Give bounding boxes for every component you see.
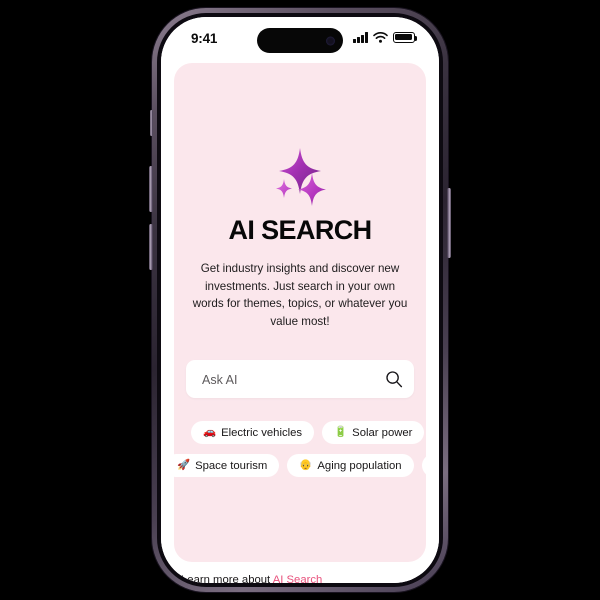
ai-search-card: AI SEARCH Get industry insights and disc… (174, 63, 426, 562)
dynamic-island (257, 28, 343, 53)
power-button[interactable] (447, 188, 451, 258)
wifi-icon (373, 32, 388, 43)
suggestion-chip-solar-power-clipped[interactable]: 🔋 Solar p (421, 454, 426, 477)
silence-switch[interactable] (150, 110, 153, 136)
volume-down-button[interactable] (149, 224, 153, 270)
cellular-signal-icon (353, 32, 368, 43)
suggestion-chip-electric-vehicles[interactable]: 🚗 Electric vehicles (191, 421, 315, 444)
search-icon (386, 371, 403, 388)
status-time: 9:41 (191, 31, 218, 46)
battery-emoji: 🔋 (334, 426, 348, 439)
suggestion-chip-row-1: 🚗 Electric vehicles 🔋 Solar power 🏝️ An … (191, 421, 426, 444)
front-camera-icon (326, 36, 335, 45)
suggestion-chips: 🚗 Electric vehicles 🔋 Solar power 🏝️ An … (174, 421, 426, 491)
ai-search-link[interactable]: AI Search (273, 574, 323, 583)
suggestion-chip-row-2: 🚀 Space tourism 👴 Aging population 🔋 Sol… (174, 454, 426, 477)
rocket-emoji: 🚀 (177, 459, 191, 472)
status-icons (353, 32, 417, 43)
suggestion-chip-label: Electric vehicles (221, 426, 303, 439)
battery-icon (393, 32, 417, 43)
search-input[interactable] (200, 360, 379, 400)
older-person-emoji: 👴 (299, 459, 313, 472)
phone-frame: AI SEARCH Get industry insights and disc… (149, 8, 451, 592)
footer-note: Learn more about AI Search (181, 574, 322, 583)
footer-text: Learn more about (181, 574, 273, 583)
suggestion-chip-label: Solar power (352, 426, 413, 439)
car-emoji: 🚗 (203, 426, 217, 439)
ai-sparkle-icon (269, 146, 331, 206)
search-submit-button[interactable] (384, 369, 404, 389)
phone-screen: AI SEARCH Get industry insights and disc… (161, 17, 439, 583)
suggestion-chip-aging-population[interactable]: 👴 Aging population (287, 454, 414, 477)
app-screen: AI SEARCH Get industry insights and disc… (161, 17, 439, 583)
page-title: AI SEARCH (228, 215, 372, 245)
volume-up-button[interactable] (149, 166, 153, 212)
search-box[interactable] (186, 360, 414, 400)
status-bar: 9:41 (161, 17, 439, 65)
page-description: Get industry insights and discover new i… (192, 262, 408, 328)
suggestion-chip-label: Aging population (317, 459, 402, 472)
suggestion-chip-label: Space tourism (195, 459, 268, 472)
suggestion-chip-solar-power[interactable]: 🔋 Solar power (322, 421, 425, 444)
suggestion-chip-space-tourism[interactable]: 🚀 Space tourism (174, 454, 280, 477)
